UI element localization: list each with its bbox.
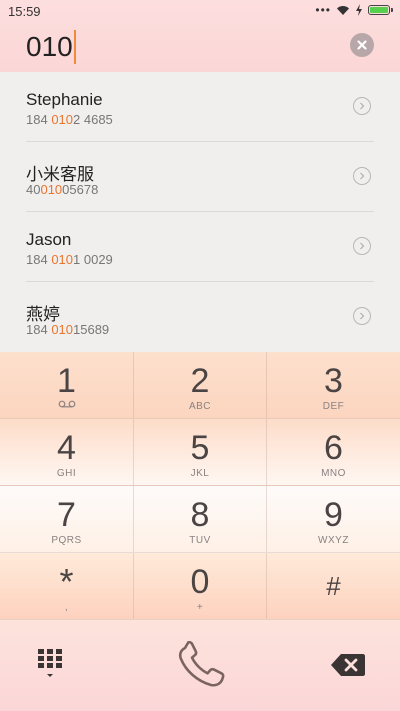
- key-4[interactable]: 4 GHI: [0, 419, 134, 486]
- dial-keypad: 1 2 ABC 3 DEF 4 GHI 5 JKL 6 MNO 7 PQRS 8…: [0, 352, 400, 620]
- key-letters: PQRS: [51, 535, 82, 546]
- key-digit: #: [326, 571, 341, 601]
- key-6[interactable]: 6 MNO: [267, 419, 400, 486]
- contact-number: 184 0102 4685: [26, 112, 113, 127]
- key-8[interactable]: 8 TUV: [134, 486, 267, 553]
- key-digit: 4: [57, 429, 76, 467]
- charging-bolt-icon: [356, 4, 362, 16]
- key-7[interactable]: 7 PQRS: [0, 486, 134, 553]
- key-letters: GHI: [56, 468, 77, 479]
- status-icons: •••: [315, 3, 393, 17]
- key-9[interactable]: 9 WXYZ: [267, 486, 400, 553]
- key-2[interactable]: 2 ABC: [134, 352, 267, 419]
- clear-input-button[interactable]: [350, 33, 374, 57]
- key-digit: 1: [57, 362, 76, 400]
- dial-number-input[interactable]: 010: [26, 30, 76, 64]
- key-star[interactable]: * ,: [0, 553, 134, 620]
- contact-detail-button[interactable]: [353, 97, 371, 115]
- key-digit: 2: [190, 362, 210, 400]
- dial-number-text: 010: [26, 31, 73, 62]
- contact-number: 4001005678: [26, 182, 99, 197]
- key-1[interactable]: 1: [0, 352, 134, 419]
- dialer-header: 15:59 ••• 010: [0, 0, 400, 72]
- contact-detail-button[interactable]: [353, 307, 371, 325]
- key-letters: JKL: [190, 468, 210, 479]
- key-letters: ABC: [188, 401, 212, 412]
- key-digit: 6: [324, 429, 343, 467]
- key-letters: MNO: [321, 468, 346, 479]
- key-letters: DEF: [322, 401, 345, 412]
- key-letters: TUV: [189, 535, 211, 546]
- key-0[interactable]: 0 +: [134, 553, 267, 620]
- contact-row[interactable]: Stephanie 184 0102 4685: [0, 72, 400, 142]
- key-letters: +: [196, 602, 204, 613]
- contact-name: Jason: [26, 230, 72, 249]
- hide-keypad-button[interactable]: [30, 644, 70, 684]
- key-digit: 8: [190, 496, 210, 534]
- contact-row[interactable]: 燕婷 184 01015689: [0, 282, 400, 352]
- key-digit: 5: [190, 429, 210, 467]
- status-bar: 15:59 •••: [0, 0, 400, 24]
- dialer-action-bar: [0, 620, 400, 711]
- key-5[interactable]: 5 JKL: [134, 419, 267, 486]
- key-digit: *: [59, 561, 74, 602]
- key-letters: ,: [64, 602, 69, 613]
- battery-icon: [368, 5, 393, 15]
- key-digit: 0: [190, 563, 210, 601]
- contact-number: 184 01015689: [26, 322, 110, 337]
- key-3[interactable]: 3 DEF: [267, 352, 400, 419]
- backspace-icon: [331, 654, 365, 676]
- contact-name: Stephanie: [26, 90, 103, 109]
- chevron-right-icon: [360, 172, 365, 180]
- call-button[interactable]: [170, 638, 230, 690]
- key-digit: 9: [324, 496, 343, 534]
- contact-row[interactable]: 小米客服 4001005678: [0, 142, 400, 212]
- key-hash[interactable]: #: [267, 553, 400, 620]
- contact-number: 184 0101 0029: [26, 252, 113, 267]
- status-time: 15:59: [8, 4, 41, 19]
- contact-detail-button[interactable]: [353, 167, 371, 185]
- key-letters: WXYZ: [318, 535, 349, 546]
- keypad-grid-icon: [38, 649, 62, 677]
- close-icon: [357, 40, 367, 50]
- contact-suggestion-list: Stephanie 184 0102 4685 小米客服 4001005678 …: [0, 72, 400, 352]
- backspace-button[interactable]: [326, 646, 370, 684]
- chevron-right-icon: [360, 312, 365, 320]
- chevron-right-icon: [360, 102, 365, 110]
- key-digit: 7: [57, 496, 76, 534]
- voicemail-icon: [58, 400, 75, 408]
- wifi-icon: [337, 6, 349, 15]
- contact-row[interactable]: Jason 184 0101 0029: [0, 212, 400, 282]
- signal-dots: •••: [315, 3, 331, 17]
- phone-icon: [178, 641, 225, 687]
- text-caret: [73, 30, 76, 64]
- contact-detail-button[interactable]: [353, 237, 371, 255]
- chevron-right-icon: [360, 242, 365, 250]
- key-digit: 3: [324, 362, 343, 400]
